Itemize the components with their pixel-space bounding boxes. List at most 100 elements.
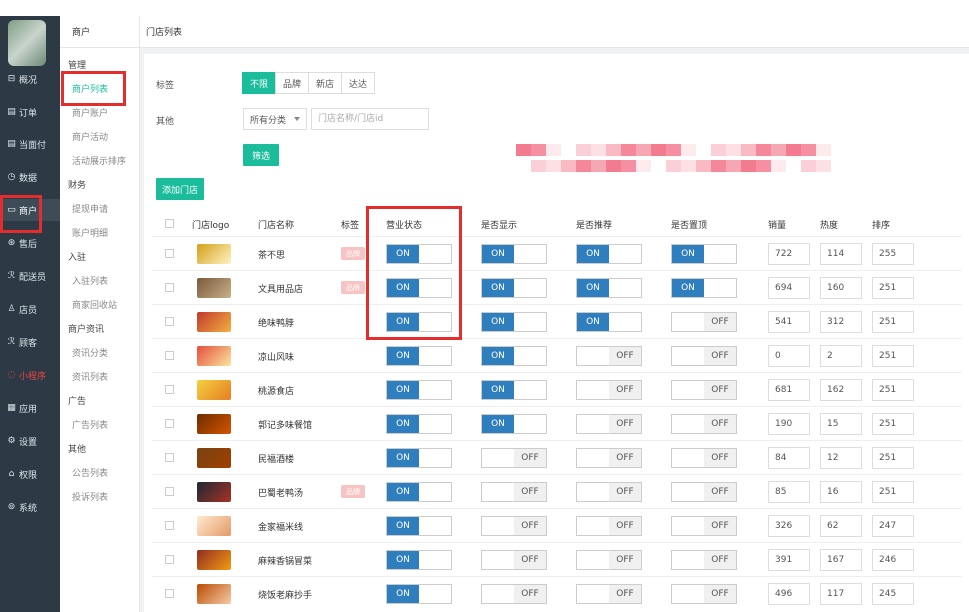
sales-input[interactable]: 391 (768, 549, 810, 571)
recommend-toggle[interactable]: ON (576, 312, 642, 332)
show-toggle[interactable]: ON (481, 380, 547, 400)
sub-nav-link[interactable]: 广告列表 (72, 418, 108, 431)
tag-option-all[interactable]: 不限 (242, 72, 277, 94)
row-checkbox[interactable] (165, 589, 174, 598)
row-checkbox[interactable] (165, 249, 174, 258)
recommend-toggle[interactable]: OFF (576, 380, 642, 400)
heat-input[interactable]: 114 (820, 243, 862, 265)
top-toggle[interactable]: OFF (671, 482, 737, 502)
show-toggle[interactable]: ON (481, 278, 547, 298)
status-toggle[interactable]: ON (386, 380, 452, 400)
recommend-toggle[interactable]: ON (576, 244, 642, 264)
top-toggle[interactable]: OFF (671, 516, 737, 536)
row-checkbox[interactable] (165, 283, 174, 292)
top-toggle[interactable]: OFF (671, 346, 737, 366)
row-checkbox[interactable] (165, 453, 174, 462)
row-checkbox[interactable] (165, 521, 174, 530)
status-toggle[interactable]: ON (386, 584, 452, 604)
top-toggle[interactable]: OFF (671, 584, 737, 604)
sort-input[interactable]: 251 (872, 311, 914, 333)
status-toggle[interactable]: ON (386, 482, 452, 502)
row-checkbox[interactable] (165, 351, 174, 360)
nav-item[interactable]: ◷ 数据 (0, 166, 60, 188)
sub-nav-link[interactable]: 资讯列表 (72, 370, 108, 383)
sub-nav-link[interactable]: 账户明细 (72, 226, 108, 239)
show-toggle[interactable]: ON (481, 244, 547, 264)
tag-option-brand[interactable]: 品牌 (275, 72, 310, 94)
nav-item[interactable]: ℛ 配送员 (0, 265, 60, 287)
row-checkbox[interactable] (165, 317, 174, 326)
sort-input[interactable]: 251 (872, 379, 914, 401)
category-select[interactable]: 所有分类 (243, 108, 307, 130)
sort-input[interactable]: 251 (872, 447, 914, 469)
heat-input[interactable]: 12 (820, 447, 862, 469)
sort-input[interactable]: 251 (872, 481, 914, 503)
status-toggle[interactable]: ON (386, 414, 452, 434)
tag-option-dada[interactable]: 达达 (341, 72, 376, 94)
top-toggle[interactable]: OFF (671, 414, 737, 434)
row-checkbox[interactable] (165, 385, 174, 394)
recommend-toggle[interactable]: OFF (576, 448, 642, 468)
select-all-checkbox[interactable] (165, 219, 174, 228)
status-toggle[interactable]: ON (386, 550, 452, 570)
show-toggle[interactable]: ON (481, 312, 547, 332)
top-toggle[interactable]: ON (671, 278, 737, 298)
heat-input[interactable]: 2 (820, 345, 862, 367)
sort-input[interactable]: 245 (872, 583, 914, 605)
sales-input[interactable]: 496 (768, 583, 810, 605)
nav-item[interactable]: ⊟ 概况 (0, 68, 60, 90)
recommend-toggle[interactable]: OFF (576, 584, 642, 604)
nav-item[interactable]: ℛ 顾客 (0, 331, 60, 353)
show-toggle[interactable]: OFF (481, 448, 547, 468)
show-toggle[interactable]: ON (481, 346, 547, 366)
nav-item[interactable]: ⊛ 售后 (0, 232, 60, 254)
sales-input[interactable]: 681 (768, 379, 810, 401)
sort-input[interactable]: 246 (872, 549, 914, 571)
heat-input[interactable]: 312 (820, 311, 862, 333)
nav-item[interactable]: ▤ 订单 (0, 101, 60, 123)
top-toggle[interactable]: OFF (671, 448, 737, 468)
tag-option-new[interactable]: 新店 (308, 72, 343, 94)
sub-nav-link[interactable]: 商户活动 (72, 130, 108, 143)
nav-item[interactable]: ▦ 应用 (0, 397, 60, 419)
show-toggle[interactable]: ON (481, 414, 547, 434)
top-toggle[interactable]: OFF (671, 380, 737, 400)
top-toggle[interactable]: OFF (671, 550, 737, 570)
recommend-toggle[interactable]: OFF (576, 482, 642, 502)
heat-input[interactable]: 117 (820, 583, 862, 605)
sub-nav-link[interactable]: 商户账户 (72, 106, 108, 119)
sort-input[interactable]: 255 (872, 243, 914, 265)
nav-item[interactable]: ⌂ 权限 (0, 463, 60, 485)
recommend-toggle[interactable]: ON (576, 278, 642, 298)
nav-item[interactable]: ♙ 店员 (0, 298, 60, 320)
top-toggle[interactable]: ON (671, 244, 737, 264)
sort-input[interactable]: 251 (872, 277, 914, 299)
status-toggle[interactable]: ON (386, 516, 452, 536)
show-toggle[interactable]: OFF (481, 482, 547, 502)
sub-nav-link[interactable]: 投诉列表 (72, 490, 108, 503)
nav-item[interactable]: ⚙ 设置 (0, 430, 60, 452)
heat-input[interactable]: 15 (820, 413, 862, 435)
show-toggle[interactable]: OFF (481, 516, 547, 536)
sub-nav-link[interactable]: 商家回收站 (72, 298, 117, 311)
status-toggle[interactable]: ON (386, 448, 452, 468)
recommend-toggle[interactable]: OFF (576, 516, 642, 536)
sales-input[interactable]: 84 (768, 447, 810, 469)
sales-input[interactable]: 0 (768, 345, 810, 367)
recommend-toggle[interactable]: OFF (576, 346, 642, 366)
show-toggle[interactable]: OFF (481, 584, 547, 604)
sales-input[interactable]: 722 (768, 243, 810, 265)
row-checkbox[interactable] (165, 555, 174, 564)
nav-item[interactable]: ▤ 当面付 (0, 133, 60, 155)
row-checkbox[interactable] (165, 487, 174, 496)
nav-item[interactable]: ⊚ 系统 (0, 496, 60, 518)
show-toggle[interactable]: OFF (481, 550, 547, 570)
recommend-toggle[interactable]: OFF (576, 414, 642, 434)
heat-input[interactable]: 16 (820, 481, 862, 503)
sales-input[interactable]: 541 (768, 311, 810, 333)
sales-input[interactable]: 190 (768, 413, 810, 435)
recommend-toggle[interactable]: OFF (576, 550, 642, 570)
sub-nav-link[interactable]: 资讯分类 (72, 346, 108, 359)
row-checkbox[interactable] (165, 419, 174, 428)
sales-input[interactable]: 85 (768, 481, 810, 503)
